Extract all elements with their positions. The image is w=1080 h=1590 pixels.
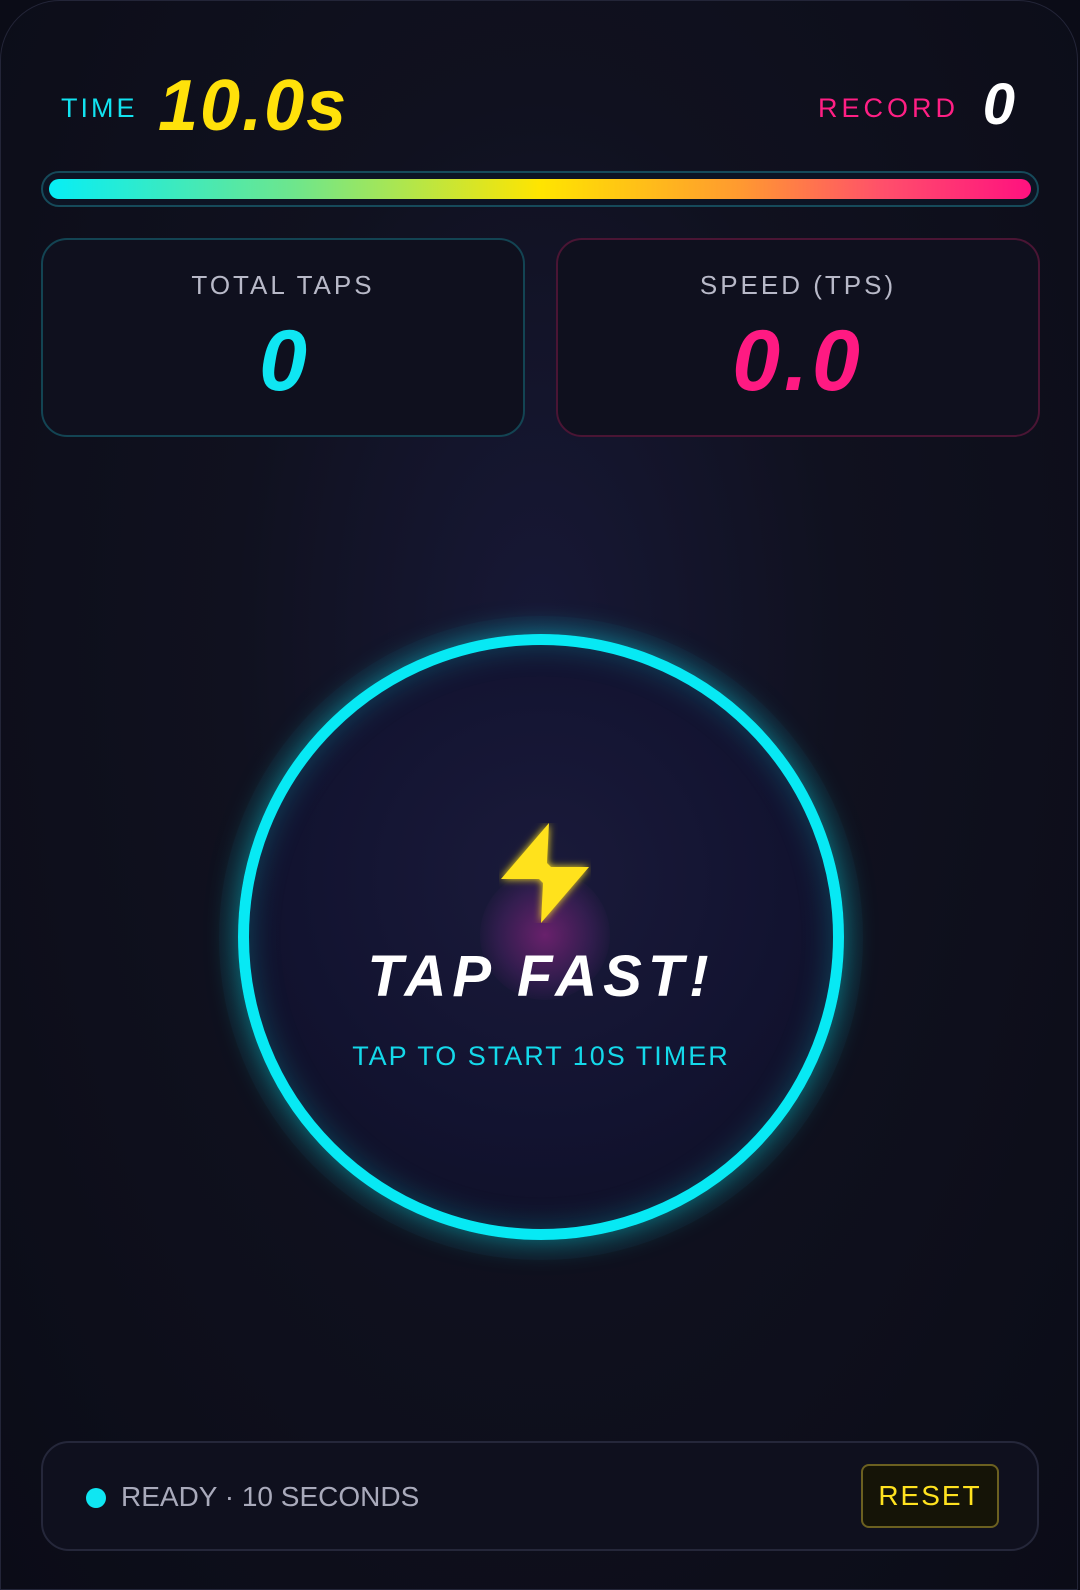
- status-text: READY · 10 SECONDS: [121, 1481, 420, 1512]
- status-footer: READY · 10 SECONDS RESET: [41, 1441, 1039, 1551]
- game-card: TIME 10.0s RECORD 0 TOTAL TAPS 0 SPEED (…: [0, 0, 1078, 1590]
- status-indicator-dot: [86, 1488, 106, 1508]
- reset-button[interactable]: RESET: [861, 1464, 999, 1528]
- time-value: 10.0s: [158, 66, 349, 146]
- lightning-bolt-icon: [501, 823, 589, 923]
- time-label: TIME: [61, 93, 138, 123]
- speed-value: 0.0: [732, 313, 864, 409]
- timer-progress-bar: [41, 171, 1039, 207]
- tap-title: TAP FAST!: [367, 944, 715, 1009]
- total-taps-label: TOTAL TAPS: [191, 270, 375, 300]
- speed-label: SPEED (TPS): [699, 270, 897, 300]
- tap-subtitle: TAP TO START 10S TIMER: [352, 1041, 730, 1071]
- record-value: 0: [982, 72, 1015, 137]
- total-taps-card: TOTAL TAPS 0: [41, 238, 525, 437]
- speed-card: SPEED (TPS) 0.0: [556, 238, 1040, 437]
- timer-progress-fill: [49, 179, 1031, 199]
- record-label: RECORD: [817, 93, 959, 123]
- tap-button[interactable]: TAP FAST! TAP TO START 10S TIMER: [238, 634, 844, 1240]
- total-taps-value: 0: [259, 313, 307, 409]
